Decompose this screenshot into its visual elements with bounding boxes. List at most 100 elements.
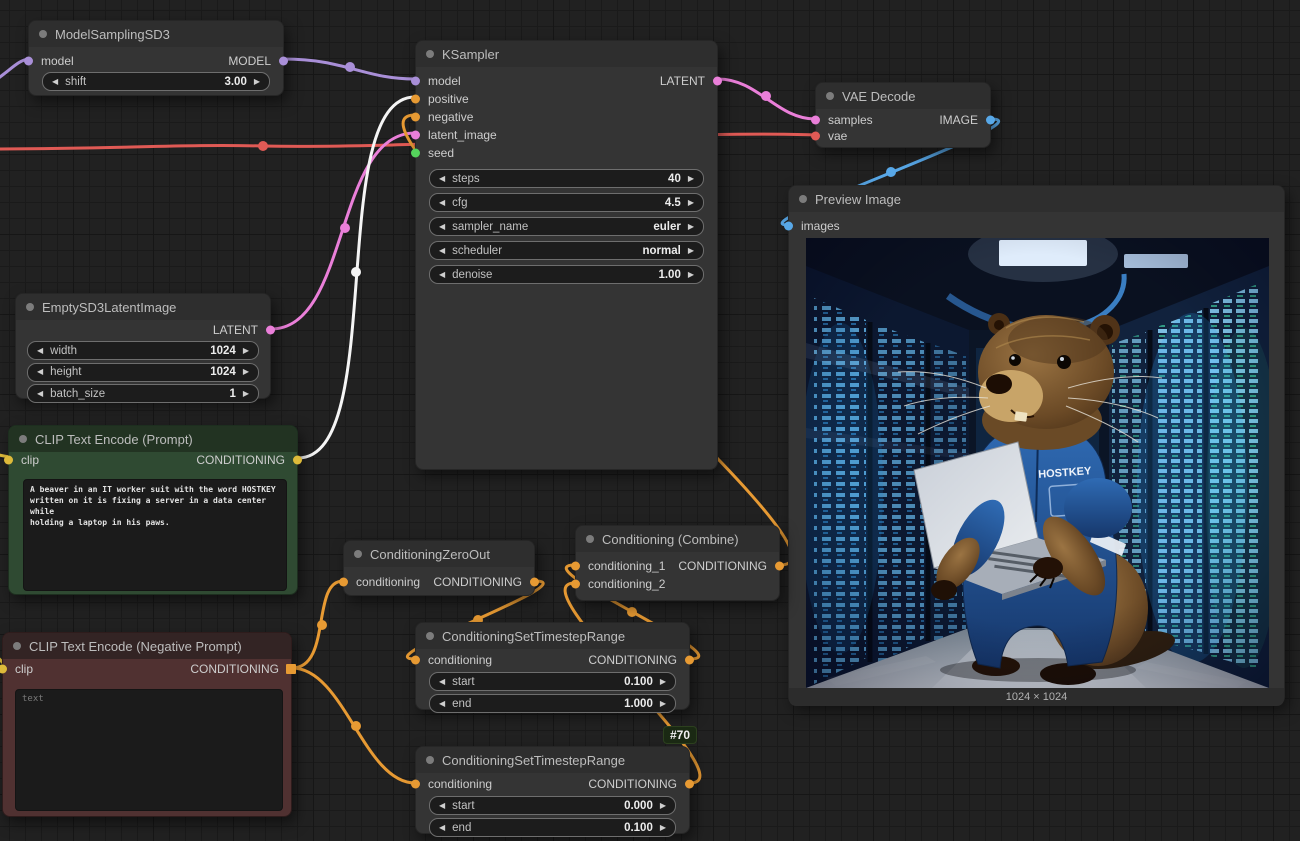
input-port-conditioning-1[interactable] (571, 562, 580, 571)
node-clip-text-encode-prompt[interactable]: CLIP Text Encode (Prompt) clip CONDITION… (8, 425, 298, 595)
widget-end[interactable]: ◀ end 0.100 ▶ (429, 818, 676, 837)
node-emptysd3latentimage[interactable]: EmptySD3LatentImage LATENT ◀ width 1024 … (15, 293, 271, 399)
node-conditioningsettimesteprange-a[interactable]: ConditioningSetTimestepRange conditionin… (415, 622, 690, 710)
increment-arrow-icon[interactable]: ▶ (660, 824, 666, 832)
decrement-arrow-icon[interactable]: ◀ (439, 199, 445, 207)
wire-positive-to-ksampler[interactable] (298, 97, 415, 458)
collapse-dot-icon[interactable] (826, 92, 834, 100)
preview-image-canvas[interactable]: HOSTKEY (806, 238, 1269, 688)
increment-arrow-icon[interactable]: ▶ (243, 390, 249, 398)
input-port-conditioning-2[interactable] (571, 580, 580, 589)
decrement-arrow-icon[interactable]: ◀ (52, 78, 58, 86)
increment-arrow-icon[interactable]: ▶ (660, 700, 666, 708)
widget-batch-size[interactable]: ◀ batch_size 1 ▶ (27, 384, 259, 403)
collapse-dot-icon[interactable] (26, 303, 34, 311)
input-port-conditioning[interactable] (411, 780, 420, 789)
increment-arrow-icon[interactable]: ▶ (660, 802, 666, 810)
decrement-arrow-icon[interactable]: ◀ (37, 347, 43, 355)
output-port-conditioning[interactable] (685, 656, 694, 665)
widget-width[interactable]: ◀ width 1024 ▶ (27, 341, 259, 360)
input-port-conditioning[interactable] (339, 578, 348, 587)
decrement-arrow-icon[interactable]: ◀ (439, 175, 445, 183)
input-port-model[interactable] (24, 57, 33, 66)
increment-arrow-icon[interactable]: ▶ (660, 678, 666, 686)
node-vae-decode[interactable]: VAE Decode samples IMAGE vae (815, 82, 991, 148)
input-port-conditioning[interactable] (411, 656, 420, 665)
graph-canvas[interactable]: { "badge": {"label": "#70"}, "colors": {… (0, 0, 1300, 841)
widget-cfg[interactable]: ◀ cfg 4.5 ▶ (429, 193, 704, 212)
node-title-bar[interactable]: ConditioningZeroOut (344, 541, 534, 567)
node-conditioningzeroout[interactable]: ConditioningZeroOut conditioning CONDITI… (343, 540, 535, 596)
output-port-conditioning[interactable] (685, 780, 694, 789)
collapse-dot-icon[interactable] (586, 535, 594, 543)
node-clip-text-encode-negative-prompt[interactable]: CLIP Text Encode (Negative Prompt) clip … (2, 632, 292, 817)
widget-start[interactable]: ◀ start 0.000 ▶ (429, 796, 676, 815)
widget-steps[interactable]: ◀ steps 40 ▶ (429, 169, 704, 188)
node-preview-image[interactable]: Preview Image images (788, 185, 1285, 705)
increment-arrow-icon[interactable]: ▶ (688, 247, 694, 255)
output-port-conditioning[interactable] (286, 664, 296, 674)
collapse-dot-icon[interactable] (354, 550, 362, 558)
increment-arrow-icon[interactable]: ▶ (254, 78, 260, 86)
widget-scheduler[interactable]: ◀ scheduler normal ▶ (429, 241, 704, 260)
collapse-dot-icon[interactable] (426, 632, 434, 640)
output-port-image[interactable] (986, 116, 995, 125)
input-port-latent-image[interactable] (411, 131, 420, 140)
input-port-samples[interactable] (811, 116, 820, 125)
node-ksampler[interactable]: KSampler model LATENT positive negative … (415, 40, 718, 470)
decrement-arrow-icon[interactable]: ◀ (439, 223, 445, 231)
input-port-clip[interactable] (4, 456, 13, 465)
collapse-dot-icon[interactable] (19, 435, 27, 443)
prompt-textarea[interactable]: A beaver in an IT worker suit with the w… (23, 479, 287, 591)
increment-arrow-icon[interactable]: ▶ (688, 199, 694, 207)
increment-arrow-icon[interactable]: ▶ (243, 347, 249, 355)
decrement-arrow-icon[interactable]: ◀ (439, 678, 445, 686)
widget-start[interactable]: ◀ start 0.100 ▶ (429, 672, 676, 691)
output-port-latent[interactable] (713, 77, 722, 86)
increment-arrow-icon[interactable]: ▶ (243, 368, 249, 376)
collapse-dot-icon[interactable] (39, 30, 47, 38)
node-modelsamplingsd3[interactable]: ModelSamplingSD3 model MODEL ◀ shift 3.0… (28, 20, 284, 96)
increment-arrow-icon[interactable]: ▶ (688, 175, 694, 183)
widget-shift[interactable]: ◀ shift 3.00 ▶ (42, 72, 270, 91)
node-title-bar[interactable]: Conditioning (Combine) (576, 526, 779, 552)
node-title-bar[interactable]: CLIP Text Encode (Negative Prompt) (3, 633, 291, 659)
widget-denoise[interactable]: ◀ denoise 1.00 ▶ (429, 265, 704, 284)
negative-prompt-textarea[interactable]: text (15, 689, 283, 811)
input-port-model[interactable] (411, 77, 420, 86)
node-conditioningsettimesteprange-b[interactable]: ConditioningSetTimestepRange conditionin… (415, 746, 690, 834)
node-title-bar[interactable]: CLIP Text Encode (Prompt) (9, 426, 297, 452)
output-port-latent[interactable] (266, 326, 275, 335)
decrement-arrow-icon[interactable]: ◀ (37, 390, 43, 398)
widget-height[interactable]: ◀ height 1024 ▶ (27, 363, 259, 382)
collapse-dot-icon[interactable] (426, 756, 434, 764)
node-title-bar[interactable]: Preview Image (789, 186, 1284, 212)
widget-end[interactable]: ◀ end 1.000 ▶ (429, 694, 676, 713)
output-port-model[interactable] (279, 57, 288, 66)
decrement-arrow-icon[interactable]: ◀ (439, 247, 445, 255)
output-port-conditioning[interactable] (530, 578, 539, 587)
output-port-conditioning[interactable] (775, 562, 784, 571)
decrement-arrow-icon[interactable]: ◀ (439, 824, 445, 832)
decrement-arrow-icon[interactable]: ◀ (439, 271, 445, 279)
node-title-bar[interactable]: KSampler (416, 41, 717, 67)
node-title-bar[interactable]: EmptySD3LatentImage (16, 294, 270, 320)
input-port-seed[interactable] (411, 149, 420, 158)
widget-sampler-name[interactable]: ◀ sampler_name euler ▶ (429, 217, 704, 236)
decrement-arrow-icon[interactable]: ◀ (37, 368, 43, 376)
node-title-bar[interactable]: VAE Decode (816, 83, 990, 109)
node-title-bar[interactable]: ModelSamplingSD3 (29, 21, 283, 47)
collapse-dot-icon[interactable] (799, 195, 807, 203)
input-port-images[interactable] (784, 222, 793, 231)
input-port-vae[interactable] (811, 132, 820, 141)
output-port-conditioning[interactable] (293, 456, 302, 465)
input-port-negative[interactable] (411, 113, 420, 122)
decrement-arrow-icon[interactable]: ◀ (439, 700, 445, 708)
collapse-dot-icon[interactable] (13, 642, 21, 650)
increment-arrow-icon[interactable]: ▶ (688, 271, 694, 279)
node-title-bar[interactable]: ConditioningSetTimestepRange (416, 747, 689, 773)
collapse-dot-icon[interactable] (426, 50, 434, 58)
input-port-positive[interactable] (411, 95, 420, 104)
increment-arrow-icon[interactable]: ▶ (688, 223, 694, 231)
node-title-bar[interactable]: ConditioningSetTimestepRange (416, 623, 689, 649)
